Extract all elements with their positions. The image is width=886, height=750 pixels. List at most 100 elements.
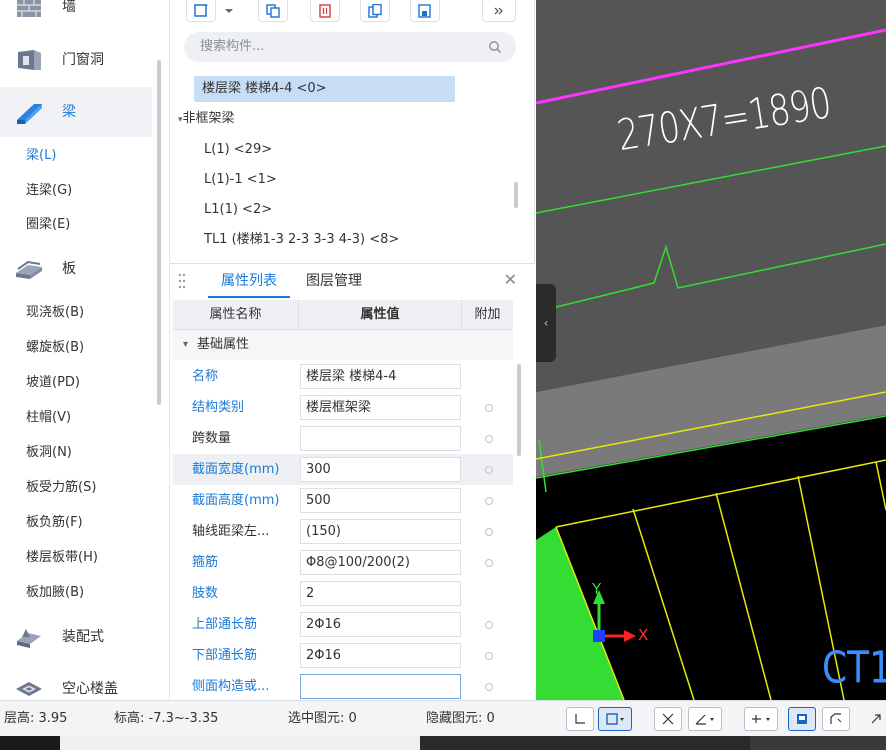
property-value-field[interactable]: 2	[300, 581, 461, 606]
extra-checkbox[interactable]	[485, 435, 493, 443]
property-value-field[interactable]	[300, 426, 461, 451]
sidebar-item-column-cap[interactable]: 柱帽(V)	[26, 403, 71, 433]
copy-button[interactable]	[258, 0, 288, 22]
category-slab[interactable]: 板	[0, 244, 152, 294]
property-value-field[interactable]: Φ8@100/200(2)	[300, 550, 461, 575]
extra-checkbox[interactable]	[485, 652, 493, 660]
polyline-button[interactable]	[822, 707, 850, 731]
property-name: 侧面构造或...	[192, 679, 270, 694]
save-layer-icon	[418, 3, 431, 18]
snap-button[interactable]	[744, 707, 778, 731]
ortho-button[interactable]	[566, 707, 594, 731]
category-prefab[interactable]: 装配式	[0, 612, 152, 662]
property-value-field[interactable]: (150)	[300, 519, 461, 544]
x-axis-label: X	[638, 626, 649, 644]
tree-group-label: 非框架梁	[182, 111, 235, 126]
property-row-legs: 肢数 2	[173, 578, 513, 609]
sidebar-item-slab-opening[interactable]: 板洞(N)	[26, 438, 72, 468]
tree-group-non-frame-beam[interactable]: ▾非框架梁	[178, 106, 235, 132]
sidebar-scrollbar[interactable]	[157, 60, 161, 405]
collapse-arrow-icon[interactable]: ▾	[183, 330, 188, 360]
delete-icon	[319, 3, 331, 18]
sidebar-item-slab-strip[interactable]: 楼层板带(H)	[26, 543, 98, 573]
category-door-window[interactable]: 门窗洞	[0, 35, 152, 85]
extra-checkbox[interactable]	[485, 404, 493, 412]
property-name: 上部通长筋	[192, 617, 258, 632]
component-search-input[interactable]: 搜索构件...	[184, 32, 516, 62]
more-button[interactable]	[482, 0, 516, 22]
tree-scrollbar[interactable]	[514, 182, 518, 208]
property-name: 肢数	[192, 586, 219, 601]
duplicate-button[interactable]	[360, 0, 390, 22]
component-toolbar	[170, 0, 535, 26]
angle-icon	[695, 714, 714, 725]
extra-checkbox[interactable]	[485, 528, 493, 536]
save-layer-button[interactable]	[410, 0, 440, 22]
property-name: 名称	[192, 369, 219, 384]
category-wall[interactable]: 墙	[0, 0, 152, 32]
property-value-field[interactable]: 楼层框架梁	[300, 395, 461, 420]
property-group-basic[interactable]: ▾ 基础属性	[173, 330, 513, 360]
tab-layer-manage[interactable]: 图层管理	[300, 264, 368, 298]
property-row-structure-type: 结构类别 楼层框架梁	[173, 392, 513, 423]
sidebar-item-slab-haunch[interactable]: 板加腋(B)	[26, 578, 84, 608]
tree-item[interactable]: L1(1) <2>	[204, 197, 272, 223]
category-beam[interactable]: 梁	[0, 87, 152, 137]
more-icon	[494, 7, 503, 14]
sidebar-item-ramp[interactable]: 坡道(PD)	[26, 368, 80, 398]
sidebar-item-slab-rebar[interactable]: 板受力筋(S)	[26, 473, 96, 503]
angle-button[interactable]	[688, 707, 722, 731]
drag-handle-icon[interactable]	[178, 272, 186, 290]
extra-checkbox[interactable]	[485, 466, 493, 474]
select-box-button[interactable]	[598, 707, 632, 731]
new-component-icon	[194, 3, 208, 17]
sidebar-item-cast-slab[interactable]: 现浇板(B)	[26, 298, 84, 328]
delete-button[interactable]	[310, 0, 340, 22]
search-placeholder: 搜索构件...	[200, 39, 265, 54]
extra-checkbox[interactable]	[485, 683, 493, 691]
property-row-span-count: 跨数量	[173, 423, 513, 454]
hidden-count: 隐藏图元: 0	[426, 711, 495, 726]
display-button[interactable]	[788, 707, 816, 731]
extra-checkbox[interactable]	[485, 559, 493, 567]
tree-item[interactable]: L(1) <29>	[204, 137, 272, 163]
collapse-panel-button[interactable]: ‹	[536, 284, 556, 362]
property-scrollbar[interactable]	[517, 364, 521, 456]
property-value-field[interactable]	[300, 674, 461, 699]
floor-height: 层高: 3.95	[4, 711, 68, 726]
new-component-button[interactable]	[186, 0, 216, 22]
property-row-stirrup: 箍筋 Φ8@100/200(2)	[173, 547, 513, 578]
cross-select-button[interactable]	[654, 707, 682, 731]
property-value-field[interactable]: 300	[300, 457, 461, 482]
sidebar-item-negative-rebar[interactable]: 板负筋(F)	[26, 508, 83, 538]
snap-icon	[752, 715, 770, 723]
beam-icon	[17, 104, 42, 124]
property-value-field[interactable]: 楼层梁 楼梯4-4	[300, 364, 461, 389]
sidebar-item-coupling-beam[interactable]: 连梁(G)	[26, 176, 72, 206]
tab-property-list[interactable]: 属性列表	[208, 264, 290, 298]
sidebar-item-beam-l[interactable]: 梁(L)	[26, 141, 56, 171]
duplicate-icon	[368, 3, 382, 18]
property-value-field[interactable]: 2Φ16	[300, 612, 461, 637]
sidebar-item-ring-beam[interactable]: 圈梁(E)	[26, 210, 70, 240]
tree-item[interactable]: TL1 (楼梯1-3 2-3 3-3 4-3) <8>	[204, 227, 399, 253]
property-row-top-rebar: 上部通长筋 2Φ16	[173, 609, 513, 640]
extra-checkbox[interactable]	[485, 621, 493, 629]
category-label: 板	[62, 261, 76, 277]
expand-button[interactable]	[862, 707, 886, 731]
property-row-name: 名称 楼层梁 楼梯4-4	[173, 361, 513, 392]
new-component-dropdown[interactable]	[220, 0, 238, 22]
selected-count: 选中图元: 0	[288, 711, 357, 726]
category-hollow-floor[interactable]: 空心楼盖	[0, 664, 152, 700]
close-icon[interactable]: ✕	[504, 270, 517, 289]
category-label: 装配式	[62, 629, 104, 645]
property-name: 轴线距梁左...	[192, 524, 270, 539]
dropdown-arrow-icon	[225, 9, 233, 13]
sidebar-item-spiral-slab[interactable]: 螺旋板(B)	[26, 333, 84, 363]
tree-item-selected[interactable]: 楼层梁 楼梯4-4 <0>	[194, 76, 455, 102]
property-value-field[interactable]: 2Φ16	[300, 643, 461, 668]
extra-checkbox[interactable]	[485, 497, 493, 505]
component-sidebar: 墙 门窗洞 梁 梁(L) 连梁(G) 圈梁(E) 板 现浇板(B) 螺旋板(B)…	[0, 0, 170, 700]
property-value-field[interactable]: 500	[300, 488, 461, 513]
tree-item[interactable]: L(1)-1 <1>	[204, 167, 277, 193]
